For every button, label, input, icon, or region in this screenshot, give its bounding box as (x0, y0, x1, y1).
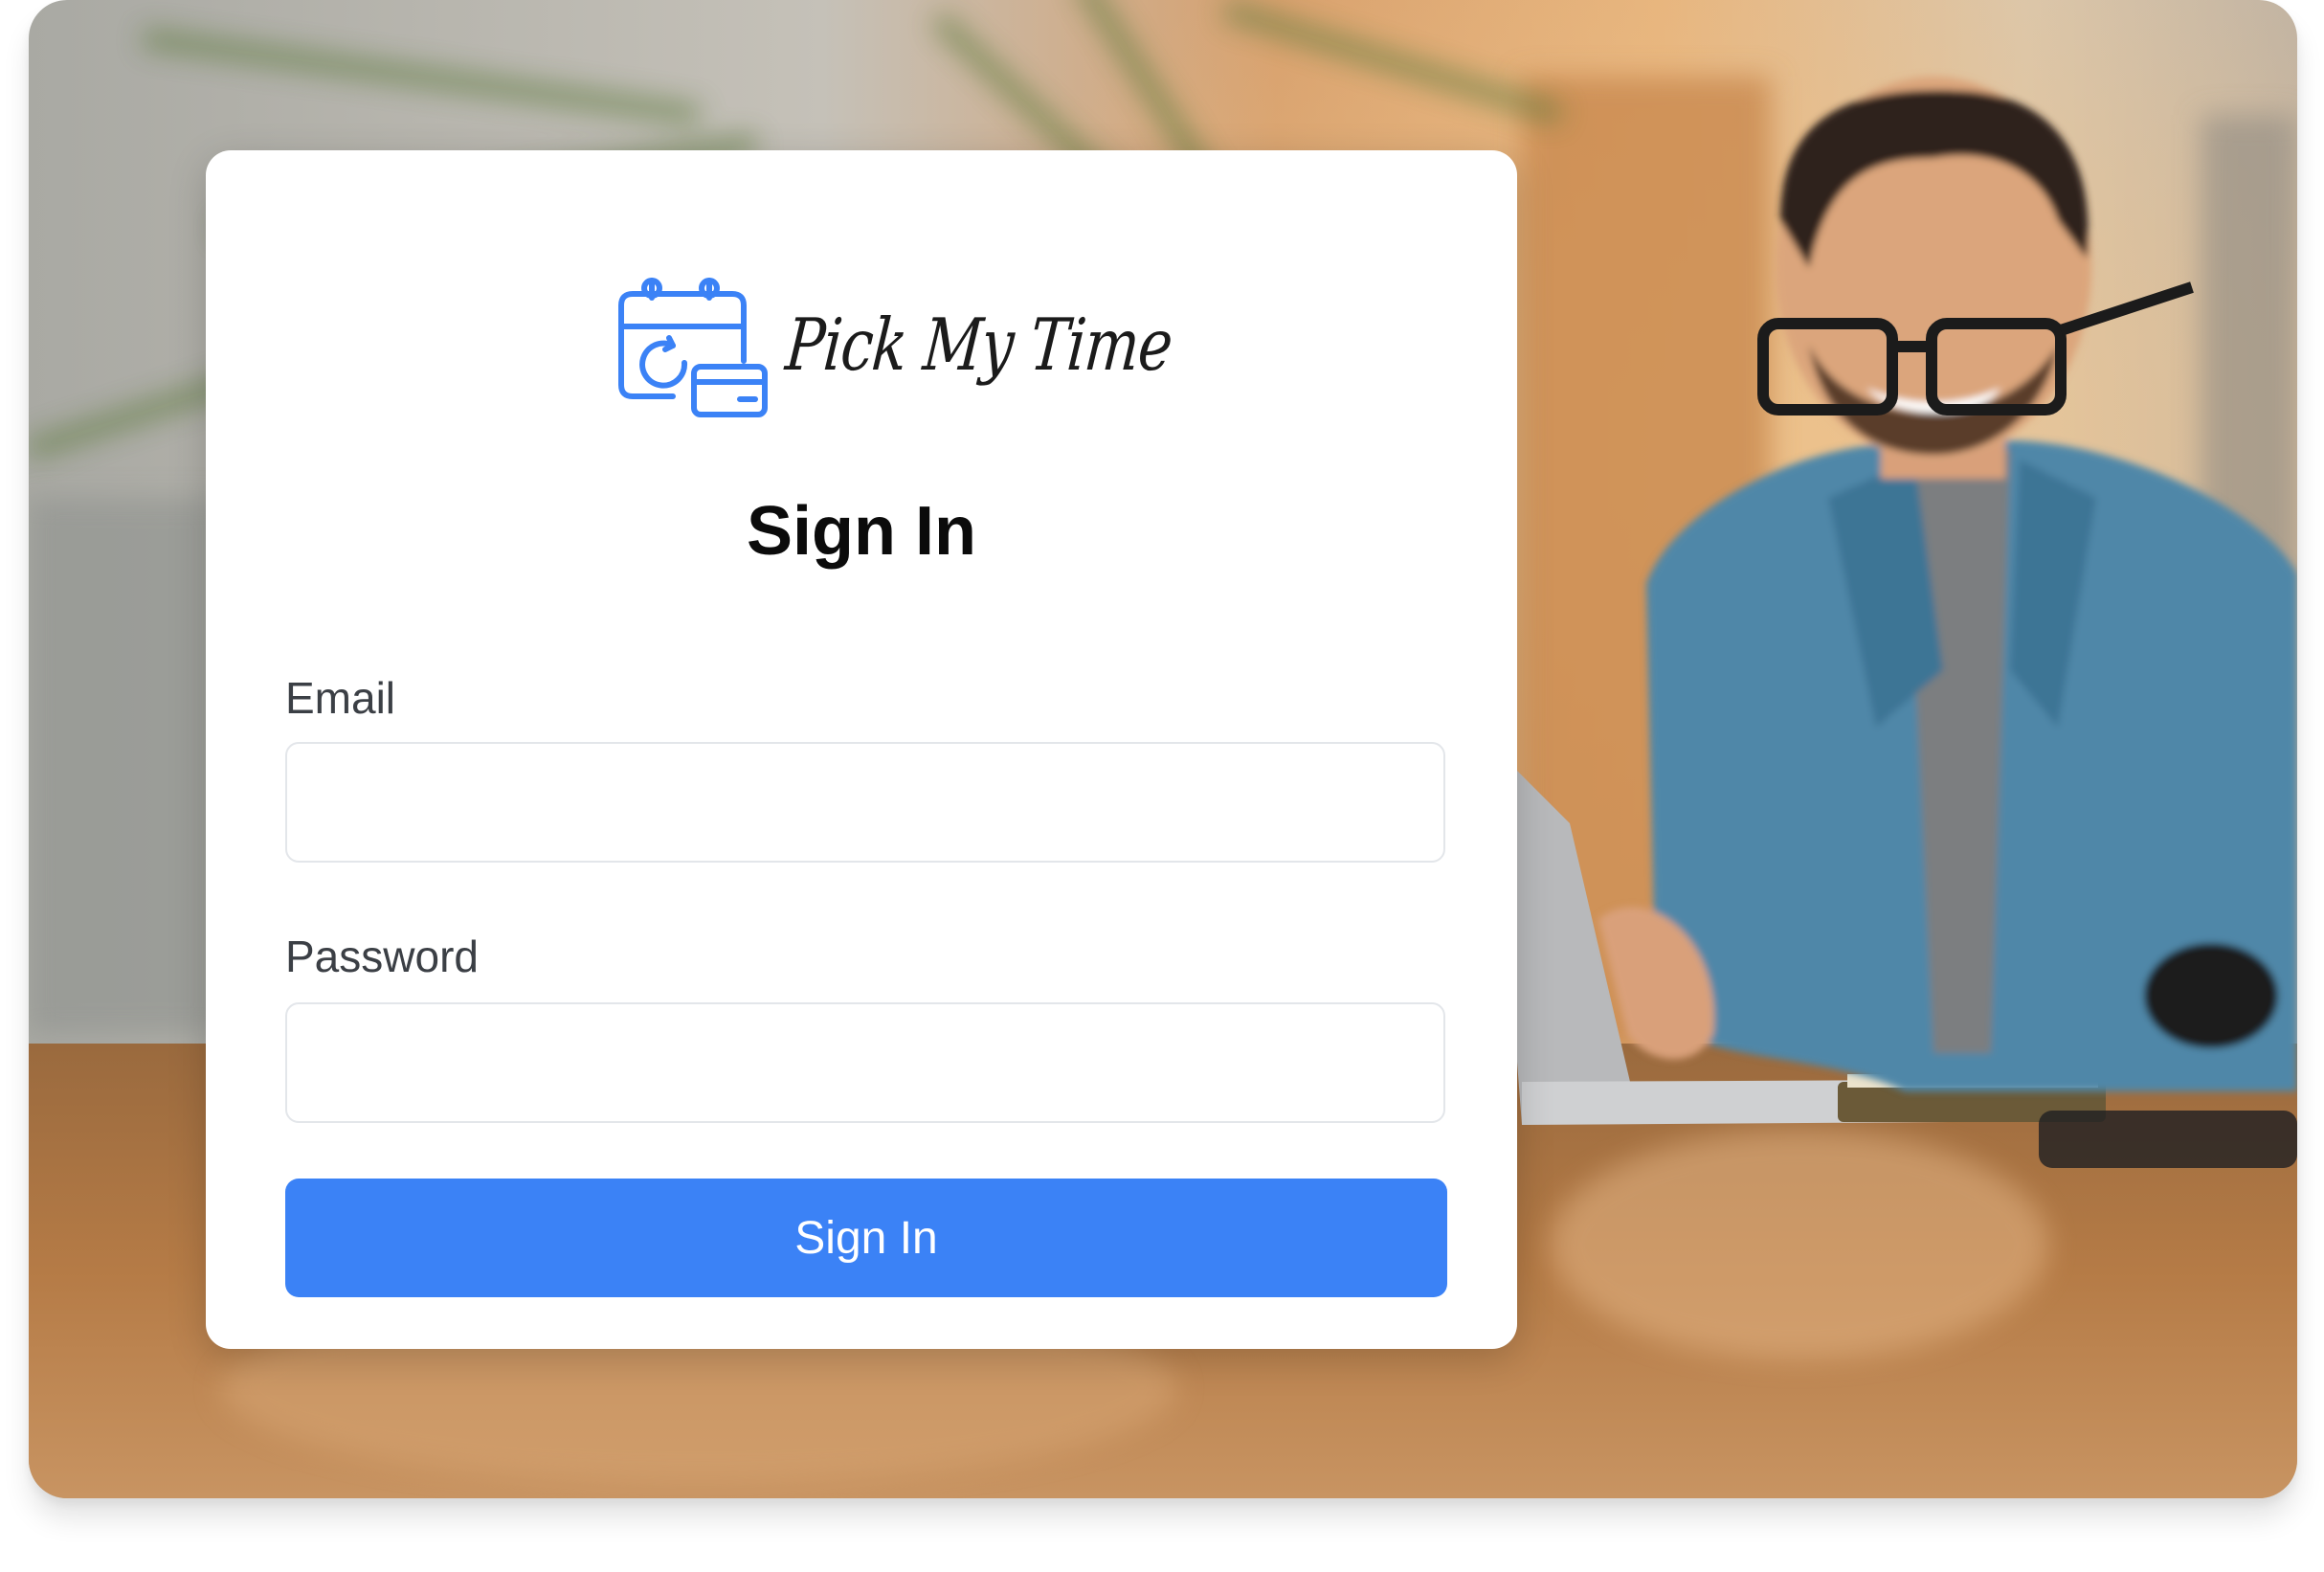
sign-in-button[interactable]: Sign In (285, 1179, 1447, 1297)
login-page-frame: Pick My Time Sign In Email Password Sign… (29, 0, 2297, 1498)
password-field[interactable] (285, 1002, 1445, 1123)
email-field[interactable] (285, 742, 1445, 863)
calendar-refresh-card-icon (618, 278, 768, 417)
page-title: Sign In (747, 493, 976, 570)
email-label: Email (285, 673, 396, 723)
brand-logo: Pick My Time (615, 267, 1175, 435)
sign-in-card: Pick My Time Sign In Email Password Sign… (206, 150, 1517, 1349)
brand-name: Pick My Time (782, 303, 1175, 388)
password-label: Password (285, 932, 479, 981)
